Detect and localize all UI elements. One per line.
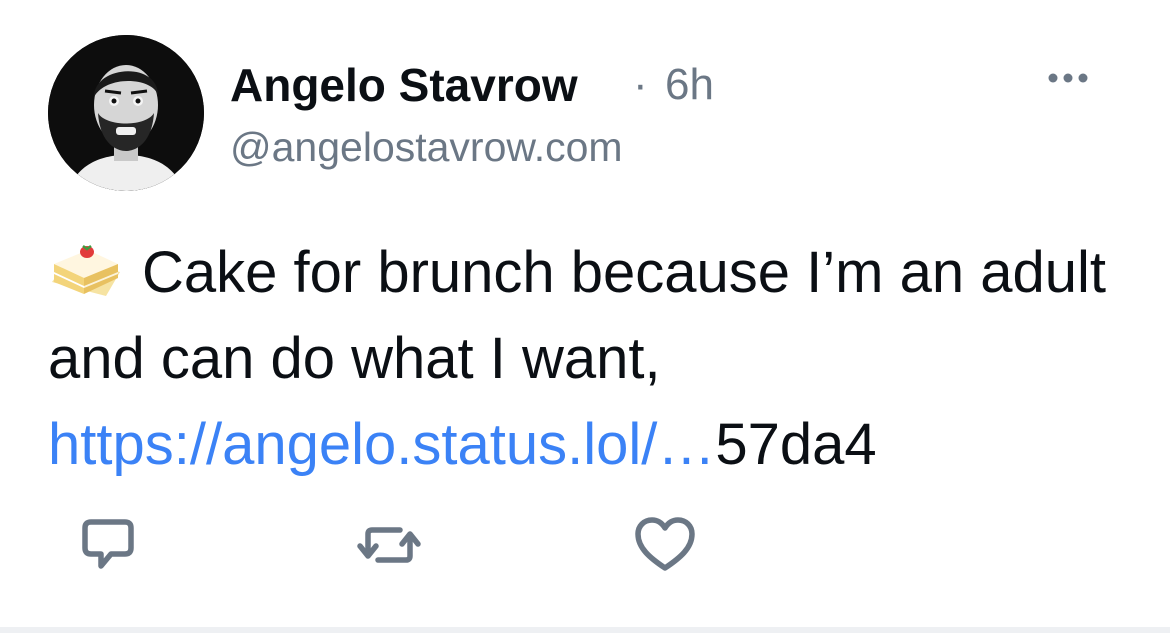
more-options-button[interactable] — [1040, 60, 1096, 96]
reply-button[interactable] — [73, 510, 143, 580]
author-handle[interactable]: @angelostavrow.com — [230, 119, 623, 175]
post-actions — [0, 510, 1170, 580]
post-text-line: Cake for brunch because I’m an adult and… — [48, 240, 1106, 391]
post-body: Cake for brunch because I’m an adult and… — [48, 230, 1128, 488]
cake-icon — [48, 238, 122, 296]
repost-button[interactable] — [354, 510, 424, 580]
post-link-suffix: 57da4 — [715, 412, 877, 477]
meta-separator: · — [633, 60, 648, 109]
post-card[interactable]: Angelo Stavrow · 6h @angelostavrow.com C… — [0, 0, 1170, 627]
avatar[interactable] — [48, 35, 204, 191]
repost-icon — [357, 527, 421, 563]
more-icon — [1048, 73, 1088, 83]
post-link[interactable]: https://angelo.status.lol/… — [48, 412, 715, 477]
author-name[interactable]: Angelo Stavrow — [230, 56, 578, 114]
post-timestamp[interactable]: 6h — [665, 56, 714, 114]
reply-icon — [82, 519, 134, 569]
like-button[interactable] — [630, 510, 700, 580]
post-divider — [0, 627, 1170, 633]
heart-icon — [635, 517, 695, 571]
